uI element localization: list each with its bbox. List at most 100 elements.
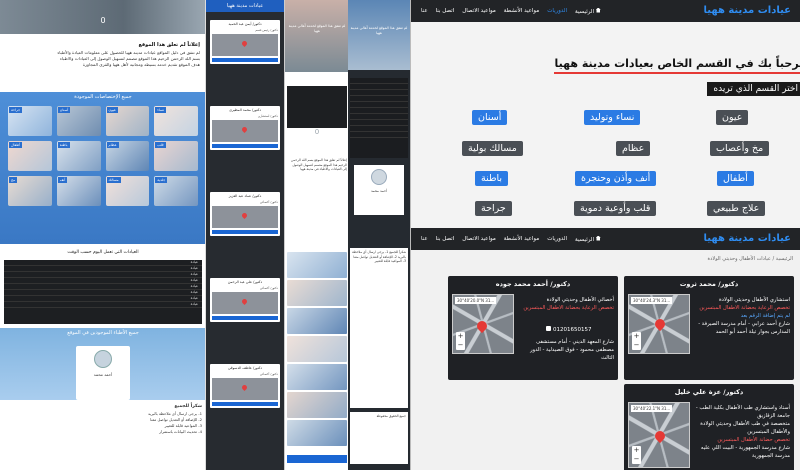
doctor-title: دكتور/ محمد المطيرى bbox=[229, 108, 261, 112]
site-brand[interactable]: عيادات مدينة ههيا bbox=[704, 0, 791, 22]
call-button[interactable] bbox=[212, 230, 278, 234]
social-links-bar[interactable] bbox=[287, 455, 347, 463]
clinic-map[interactable]: 30°40'24.3"N 31... + − bbox=[628, 294, 690, 354]
intro-title: إعلاناً لم تعلق هذا الموقع bbox=[138, 42, 200, 48]
map-zoom-control[interactable]: + − bbox=[632, 332, 641, 350]
specialty-button-urology[interactable]: مسالك بولية bbox=[462, 141, 523, 156]
specialty-button-cardio[interactable]: قلب وأوعية دموية bbox=[574, 201, 657, 216]
doctor-line: دكتور/ رئيس قسم bbox=[255, 28, 278, 32]
specialty-image[interactable] bbox=[287, 280, 347, 306]
specialty-button-ent[interactable]: أنف وأذن وحنجرة bbox=[575, 171, 657, 186]
nav-about[interactable]: عنا bbox=[421, 236, 428, 242]
clinic-map[interactable]: 30°40'22.1"N 31... + − bbox=[628, 402, 690, 468]
phone-icon bbox=[546, 326, 551, 331]
doctors-section: جميع الأطباء الموجودين في الموقع أحمد مح… bbox=[0, 328, 205, 400]
specialty-tile[interactable]: جراحة bbox=[8, 106, 52, 136]
specialty-image[interactable] bbox=[287, 420, 347, 446]
doctor-card[interactable]: أحمد محمد bbox=[76, 346, 130, 400]
doctor-description: أستاذ واستشاري طب الأطفال بكلية الطب - ج… bbox=[694, 404, 790, 460]
doctors-title: جميع الأطباء الموجودين في الموقع bbox=[67, 330, 139, 336]
clinic-address: شارع مدرسة الجمهورية - البيت اللي عليه م… bbox=[700, 445, 790, 459]
clinic-map[interactable] bbox=[212, 292, 278, 314]
notes-title: شكراً للجميع bbox=[174, 404, 202, 409]
open-clinics-table bbox=[350, 78, 408, 158]
doctor-line: دكتور/ أخصائي bbox=[259, 372, 278, 376]
clinic-map[interactable]: 30°40'20.0"N 31... + − bbox=[452, 294, 514, 354]
clinic-map[interactable] bbox=[212, 34, 278, 56]
specialty-image[interactable] bbox=[287, 364, 347, 390]
specialty-tile[interactable]: عظام bbox=[105, 141, 150, 171]
call-button[interactable] bbox=[212, 58, 278, 62]
hero-banner bbox=[285, 0, 348, 72]
hero-counter: 0 bbox=[314, 128, 320, 136]
specialty-button-eyes[interactable]: عيون bbox=[716, 110, 749, 125]
nav-contact-us[interactable]: اتصل بنا bbox=[436, 8, 455, 14]
specialty-button-obgyn[interactable]: نساء وتوليد bbox=[584, 110, 641, 125]
specialty-button-physio[interactable]: علاج طبيعي bbox=[707, 201, 766, 216]
nav-periodicals[interactable]: الدوريات bbox=[547, 236, 567, 242]
clinic-map[interactable] bbox=[212, 206, 278, 228]
nav-contact-times[interactable]: مواعيد الاتصال bbox=[462, 236, 496, 242]
specialty-image[interactable] bbox=[287, 336, 347, 362]
nav-periodicals[interactable]: الدوريات bbox=[547, 8, 567, 14]
specialty-tile[interactable]: مخ bbox=[8, 176, 52, 206]
nav-activities[interactable]: مواعيد الأنشطة bbox=[504, 236, 539, 242]
map-zoom-control[interactable]: + − bbox=[632, 446, 641, 464]
nav-activities[interactable]: مواعيد الأنشطة bbox=[504, 8, 539, 14]
table-row[interactable] bbox=[350, 132, 408, 138]
phone-missing-link[interactable]: لم يتم إضافة الرقم بعد bbox=[694, 312, 790, 320]
specialty-tile[interactable]: باطنة bbox=[56, 141, 101, 171]
specialty-tile[interactable]: قلب bbox=[154, 141, 198, 171]
clinic-map[interactable] bbox=[212, 378, 278, 400]
specialties-title: جميع الإختصاصات الموجودة bbox=[74, 94, 132, 100]
clinic-address: شارع المعهد الديني - أمام مستشفى مصطفى م… bbox=[530, 339, 614, 361]
call-button[interactable] bbox=[212, 402, 278, 406]
call-button[interactable] bbox=[212, 144, 278, 148]
doctor-card[interactable]: دكتور/ محمد ثروت 30°40'24.3"N 31... + − ا… bbox=[624, 276, 794, 380]
home-icon bbox=[595, 7, 601, 13]
nav-about[interactable]: عنا bbox=[421, 8, 428, 14]
nav-links: الرئيسية الدوريات مواعيد الأنشطة مواعيد … bbox=[421, 0, 601, 22]
specialty-button-surgery[interactable]: جراحة bbox=[475, 201, 512, 216]
nav-contact-us[interactable]: اتصل بنا bbox=[436, 236, 455, 242]
specialty-button-pediatrics[interactable]: أطفال bbox=[717, 171, 754, 186]
doctor-card[interactable]: دكتور/ أحمد محمد جوده 30°40'20.0"N 31...… bbox=[448, 276, 618, 380]
nav-home[interactable]: الرئيسية bbox=[575, 235, 601, 243]
table-row[interactable]: عيادة bbox=[4, 302, 202, 308]
nav-home[interactable]: الرئيسية bbox=[575, 7, 601, 15]
section-chooser-label: اختر القسم الذي تريده bbox=[707, 82, 800, 96]
specialty-image[interactable] bbox=[287, 252, 347, 278]
doctor-card[interactable]: دكتور/ محمد المطيرى دكتور/ استشاري bbox=[210, 106, 280, 150]
screenshot-collage: 0 إعلاناً لم تعلق هذا الموقع لم تتفق في … bbox=[0, 0, 800, 470]
doctor-card[interactable]: دكتور/ عماد عبد العزيز دكتور/ أخصائي bbox=[210, 192, 280, 236]
doctor-card[interactable]: دكتور/ عزة علي خليل 30°40'22.1"N 31... +… bbox=[624, 384, 794, 470]
nav-contact-times[interactable]: مواعيد الاتصال bbox=[462, 8, 496, 14]
doctor-title: دكتور/ أيمن عبد الحميد bbox=[228, 22, 262, 26]
specialty-tile[interactable]: نساء bbox=[154, 106, 198, 136]
breadcrumb[interactable]: الرئيسية / عيادات الأطفال وحديثي الولادة bbox=[708, 256, 794, 262]
call-button[interactable] bbox=[212, 316, 278, 320]
doctor-card[interactable]: دكتور/ أيمن عبد الحميد دكتور/ رئيس قسم bbox=[210, 20, 280, 64]
doctor-card[interactable]: دكتور/ علي عبد الرحمن دكتور/ أخصائي bbox=[210, 278, 280, 322]
specialty-tile[interactable]: أنف bbox=[56, 176, 101, 206]
mobile-page-preview-2: لم تتفق هذا الموقع لخدمة أهالي مدينة ههي… bbox=[284, 0, 348, 470]
specialty-tile[interactable]: جلدية bbox=[154, 176, 198, 206]
map-zoom-control[interactable]: + − bbox=[456, 332, 465, 350]
site-brand[interactable]: عيادات مدينة ههيا bbox=[704, 228, 791, 250]
specialty-image[interactable] bbox=[287, 308, 347, 334]
specialty-tile[interactable]: أسنان bbox=[56, 106, 101, 136]
specialty-tile[interactable]: أطفال bbox=[8, 141, 52, 171]
specialty-button-neuro[interactable]: مخ وأعصاب bbox=[710, 141, 770, 156]
specialty-tile[interactable]: مسالك bbox=[105, 176, 150, 206]
specialty-tile[interactable]: عيون bbox=[105, 106, 150, 136]
hero-counter: 0 bbox=[100, 16, 106, 25]
doctor-card[interactable]: أحمد محمد bbox=[354, 165, 404, 215]
specialty-button-internal[interactable]: باطنة bbox=[475, 171, 509, 186]
mobile-header[interactable]: عيادات مدينة ههيا bbox=[206, 0, 284, 12]
phone-number[interactable]: 01201650157 bbox=[546, 326, 592, 333]
specialty-image[interactable] bbox=[287, 392, 347, 418]
specialty-button-dental[interactable]: أسنان bbox=[472, 110, 508, 125]
clinic-map[interactable] bbox=[212, 120, 278, 142]
doctor-card[interactable]: دكتور/ عاطف الدسوقي دكتور/ أخصائي bbox=[210, 364, 280, 408]
specialty-button-ortho[interactable]: عظام bbox=[616, 141, 651, 156]
